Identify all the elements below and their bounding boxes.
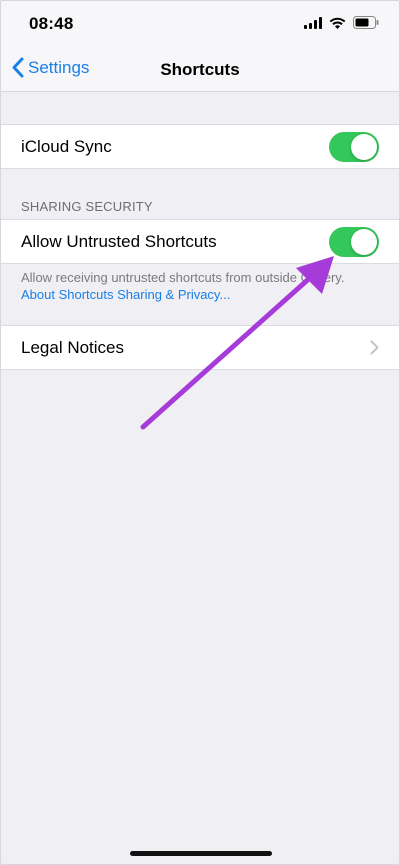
icloud-sync-label: iCloud Sync [21,136,112,156]
home-indicator [130,851,272,856]
status-bar: 08:48 [1,1,399,47]
allow-untrusted-row: Allow Untrusted Shortcuts [1,220,399,263]
icloud-sync-group: iCloud Sync [1,124,399,169]
page-title: Shortcuts [160,60,240,79]
battery-icon [353,16,379,29]
signal-icon [304,16,322,29]
toggle-knob [351,228,377,255]
toggle-knob [351,133,377,160]
sharing-security-header: SHARING SECURITY [21,199,153,214]
icloud-sync-toggle[interactable] [329,131,379,162]
icloud-sync-row: iCloud Sync [1,125,399,168]
navigation-bar: Settings Shortcuts [1,47,399,92]
wifi-icon [329,17,346,29]
legal-group: Legal Notices [1,325,399,370]
status-icons [304,16,379,29]
phone-screen: 08:48 Settings Shortcuts iCloud Sync SHA… [0,0,400,865]
legal-notices-label: Legal Notices [21,337,125,357]
sharing-security-footer: Allow receiving untrusted shortcuts from… [21,269,381,303]
sharing-privacy-link[interactable]: About Shortcuts Sharing & Privacy... [21,286,381,303]
allow-untrusted-toggle[interactable] [329,226,379,257]
status-time: 08:48 [29,14,74,33]
allow-untrusted-label: Allow Untrusted Shortcuts [21,231,217,251]
sharing-security-group: Allow Untrusted Shortcuts [1,219,399,264]
chevron-right-icon [370,340,379,355]
footer-description: Allow receiving untrusted shortcuts from… [21,270,345,285]
legal-notices-row[interactable]: Legal Notices [1,326,399,369]
